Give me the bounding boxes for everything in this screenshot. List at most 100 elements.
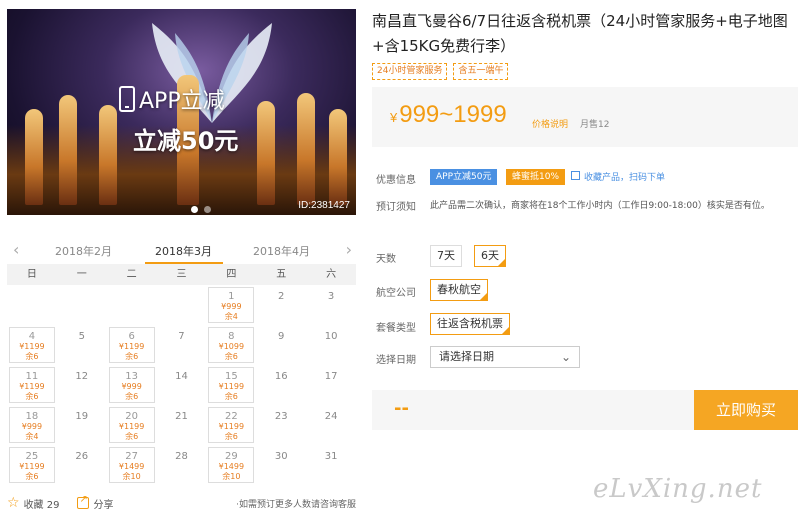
total-price: -- [394,398,409,419]
calendar-day: 26 [57,445,107,485]
calendar-day-price: ¥999 [221,302,242,311]
app-discount-badge: APP立减50元 [430,169,498,185]
dancer-figure [329,109,347,205]
calendar-empty-cell [7,285,57,325]
carousel-dot[interactable] [191,206,198,213]
product-hero-image[interactable]: APP立减 立减50元 ID:2381427 [7,9,356,215]
calendar-day-stock: 余4 [224,312,238,321]
day-option-6[interactable]: 6天 [474,245,506,267]
product-tags: 24小时管家服务 含五一端午 [372,63,509,80]
month-tab-next[interactable]: 2018年4月 [253,243,310,259]
date-select[interactable]: 请选择日期 ⌄ [430,346,580,368]
price-range: ¥999~1999 [390,101,507,129]
calendar-day-stock: 余6 [125,432,139,441]
calendar-day-number: 28 [175,451,188,462]
contact-service-note: ·如需预订更多人数请咨询客服 [236,499,356,510]
package-option[interactable]: 往返含税机票 [430,313,510,335]
product-actions-footer: ☆ 收藏 29 分享 ·如需预订更多人数请咨询客服 [7,494,356,512]
calendar-day-number: 15 [224,371,238,382]
dancer-figure [99,105,117,205]
calendar-day[interactable]: 29 ¥1499 余10 [208,447,255,483]
calendar-day: 5 [57,325,107,365]
calendar-day: 31 [306,445,356,485]
calendar-day-number: 23 [274,411,288,422]
chevron-left-icon[interactable]: ‹ [13,240,19,259]
site-watermark: eLvXing.net [593,474,763,504]
calendar-day[interactable]: 8 ¥1099 余6 [208,327,255,363]
calendar-days: 1 ¥999 余4 2 3 4 ¥1199 余6 5 6 ¥1199 余6 7 8 ¥1099 余6 9 10 11… [7,285,356,485]
calendar-day-number: 29 [224,451,238,462]
airline-label: 航空公司 [376,288,416,299]
favorite-button[interactable]: ☆ 收藏 29 [7,495,59,511]
calendar-day[interactable]: 6 ¥1199 余6 [108,327,155,363]
weekday-label: 二 [126,269,137,280]
weekday-label: 日 [26,269,37,280]
calendar-day-number: 25 [25,451,39,462]
calendar-day[interactable]: 1 ¥999 余4 [208,287,255,323]
date-select-value: 请选择日期 [439,350,494,363]
calendar-day[interactable]: 11 ¥1199 余6 [9,367,55,403]
calendar-empty-cell [157,285,207,325]
calendar-day[interactable]: 25 ¥1199 余6 [9,447,55,483]
calendar-month-nav: ‹ 2018年2月 2018年3月 2018年4月 › [7,238,356,264]
calendar-day-stock: 余10 [122,472,141,481]
phone-icon [119,86,135,112]
currency-symbol: ¥ [390,110,398,125]
calendar-day-price: ¥1199 [218,422,245,431]
calendar-day-number: 31 [324,451,338,462]
calendar-day: 14 [157,365,207,405]
calendar-day: 19 [57,405,107,445]
price-explanation-link[interactable]: 价格说明 [532,117,568,130]
calendar-day: 12 [57,365,107,405]
calendar-day: 30 [256,445,306,485]
favorite-label: 收藏 29 [23,499,60,511]
favorite-scan-link[interactable]: 收藏产品，扫码下单 [584,170,665,183]
calendar-day-stock: 余10 [222,472,241,481]
calendar-day-number: 12 [75,371,89,382]
calendar-day-number: 30 [274,451,288,462]
month-tab-current[interactable]: 2018年3月 [155,243,212,259]
calendar-day[interactable]: 4 ¥1199 余6 [9,327,55,363]
calendar-day-number: 26 [75,451,89,462]
calendar-day: 7 [157,325,207,365]
carousel-dot[interactable] [204,206,211,213]
calendar-day: 10 [306,325,356,365]
chevron-right-icon[interactable]: › [346,240,352,259]
calendar-day[interactable]: 13 ¥999 余6 [108,367,155,403]
calendar-day-number: 9 [278,331,285,342]
product-tag: 24小时管家服务 [372,63,448,80]
calendar-day-price: ¥1499 [218,462,245,471]
calendar-day-number: 5 [78,331,85,342]
share-button[interactable]: 分享 [77,494,113,511]
calendar-day-price: ¥1199 [19,342,45,351]
date-label: 选择日期 [376,355,416,366]
calendar-day-number: 14 [175,371,188,382]
calendar-day-number: 7 [178,331,185,342]
weekday-label: 四 [226,269,237,280]
calendar-day-number: 8 [228,331,235,342]
calendar-day-number: 19 [75,411,89,422]
day-option-7[interactable]: 7天 [430,245,462,267]
calendar-day-stock: 余6 [224,432,238,441]
month-tab-prev[interactable]: 2018年2月 [55,243,112,259]
promo-line2: 立减50元 [133,127,239,155]
calendar-day-number: 22 [224,411,238,422]
calendar-day-number: 4 [28,331,36,342]
airline-option[interactable]: 春秋航空 [430,279,488,301]
calendar-day[interactable]: 15 ¥1199 余6 [208,367,255,403]
calendar-day[interactable]: 22 ¥1199 余6 [208,407,255,443]
weekday-label: 一 [76,269,87,280]
dancer-figure [297,93,315,205]
dancer-figure [59,95,77,205]
calendar-day[interactable]: 18 ¥999 余4 [9,407,55,443]
calendar-day[interactable]: 20 ¥1199 余6 [108,407,155,443]
carousel-dots[interactable] [191,206,211,213]
calendar-day-stock: 余6 [25,392,39,401]
calendar-day-stock: 余4 [25,432,39,441]
buy-now-button[interactable]: 立即购买 [694,390,798,430]
calendar-day: 28 [157,445,207,485]
calendar-day-price: ¥1199 [218,382,245,391]
star-icon: ☆ [7,495,20,511]
calendar-day[interactable]: 27 ¥1499 余10 [108,447,155,483]
calendar-day-number: 16 [274,371,288,382]
